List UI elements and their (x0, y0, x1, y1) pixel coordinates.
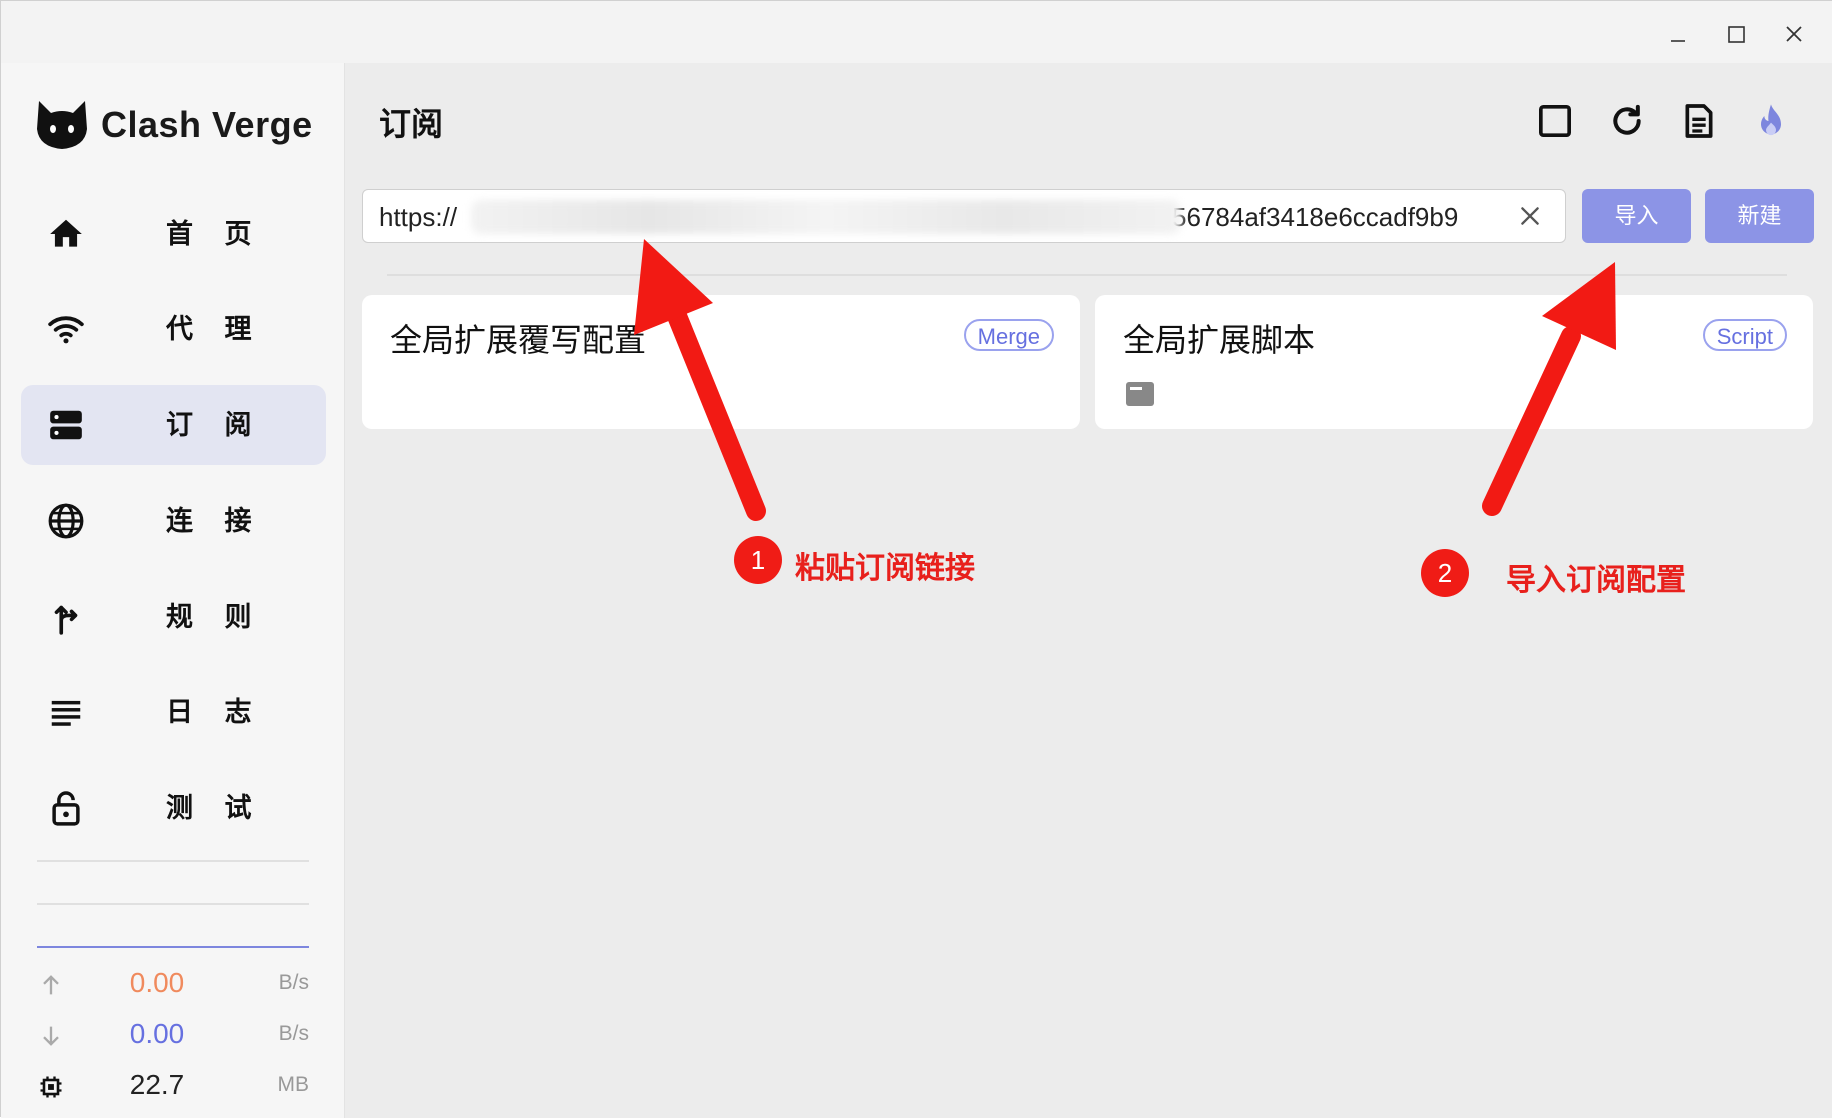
fire-icon[interactable] (1751, 101, 1791, 141)
annotation-text-1: 粘贴订阅链接 (795, 552, 975, 585)
upload-speed-unit: B/s (278, 971, 309, 994)
sidebar-item-rules[interactable]: 规 则 (21, 577, 326, 657)
page-title: 订阅 (379, 106, 444, 142)
sidebar-item-label: 测 试 (166, 793, 264, 823)
sidebar-item-home[interactable]: 首 页 (21, 194, 326, 274)
home-icon (50, 219, 82, 247)
clear-icon[interactable] (1517, 203, 1543, 229)
app-window: Clash Verge 首 页 代 理 订 阅 连 接 规 则 日 志 测 试 … (0, 0, 1832, 1118)
profile-card-merge[interactable]: 全局扩展覆写配置 Merge (362, 295, 1080, 429)
url-visible-start: https:// (379, 202, 458, 232)
storage-icon (50, 410, 82, 440)
lock-icon (52, 791, 80, 826)
memory-usage-unit: MB (277, 1073, 310, 1096)
close-icon[interactable] (1779, 19, 1809, 49)
sidebar-item-connections[interactable]: 连 接 (21, 481, 326, 561)
globe-icon (48, 503, 84, 539)
sidebar: Clash Verge 首 页 代 理 订 阅 连 接 规 则 日 志 测 试 … (1, 63, 345, 1118)
wifi-icon (48, 316, 84, 344)
sidebar-divider (37, 903, 309, 905)
profile-card-script[interactable]: 全局扩展脚本 Script (1095, 295, 1813, 429)
annotation-number-2: 2 (1421, 549, 1469, 597)
minimize-icon[interactable] (1663, 19, 1693, 49)
square-icon[interactable] (1535, 101, 1575, 141)
fork-icon (54, 605, 78, 635)
import-button[interactable]: 导入 (1582, 189, 1691, 243)
content-divider (387, 274, 1787, 276)
main-panel: 订阅 https:// 56784af3418e6ccadf9b9 导入 新建 全… (345, 63, 1832, 1118)
url-blurred-region (471, 200, 1181, 234)
maximize-icon[interactable] (1721, 19, 1751, 49)
sidebar-item-label: 首 页 (166, 219, 264, 249)
title-bar (1, 1, 1832, 64)
cat-logo-icon (37, 101, 87, 149)
sidebar-item-label: 连 接 (166, 506, 264, 536)
document-icon[interactable] (1679, 101, 1719, 141)
download-speed-row: 0.00 B/s (37, 1014, 309, 1058)
sidebar-item-label: 规 则 (166, 602, 264, 632)
sidebar-item-label: 订 阅 (166, 410, 264, 440)
download-speed-unit: B/s (278, 1022, 309, 1045)
refresh-icon[interactable] (1607, 101, 1647, 141)
sidebar-item-proxy[interactable]: 代 理 (21, 289, 326, 369)
sidebar-item-test[interactable]: 测 试 (21, 768, 326, 848)
sidebar-item-logs[interactable]: 日 志 (21, 672, 326, 752)
upload-speed-row: 0.00 B/s (37, 963, 309, 1007)
app-logo: Clash Verge (35, 99, 313, 151)
card-type-badge: Merge (963, 319, 1054, 351)
arrow-down-icon (43, 1026, 59, 1046)
file-icon (1126, 382, 1154, 406)
annotation-text-2: 导入订阅配置 (1506, 564, 1686, 597)
url-visible-end: 56784af3418e6ccadf9b9 (1172, 202, 1459, 232)
chip-icon (40, 1076, 62, 1098)
sidebar-item-label: 代 理 (166, 314, 264, 344)
memory-usage-row: 22.7 MB (37, 1065, 309, 1109)
annotation-number-1: 1 (734, 536, 782, 584)
sidebar-item-subscription[interactable]: 订 阅 (21, 385, 326, 465)
card-title: 全局扩展覆写配置 (390, 322, 647, 358)
arrow-up-icon (43, 975, 59, 995)
app-name: Clash Verge (101, 104, 313, 145)
subscription-url-input[interactable]: https:// 56784af3418e6ccadf9b9 (362, 189, 1566, 243)
sidebar-item-label: 日 志 (166, 697, 264, 727)
download-speed-value: 0.00 (129, 1018, 185, 1049)
traffic-graph-line (37, 946, 309, 948)
sidebar-divider (37, 860, 309, 862)
memory-usage-value: 22.7 (129, 1069, 185, 1100)
upload-speed-value: 0.00 (129, 967, 185, 998)
list-icon (51, 700, 81, 726)
card-title: 全局扩展脚本 (1123, 322, 1316, 358)
new-button[interactable]: 新建 (1705, 189, 1814, 243)
card-type-badge: Script (1702, 319, 1787, 351)
